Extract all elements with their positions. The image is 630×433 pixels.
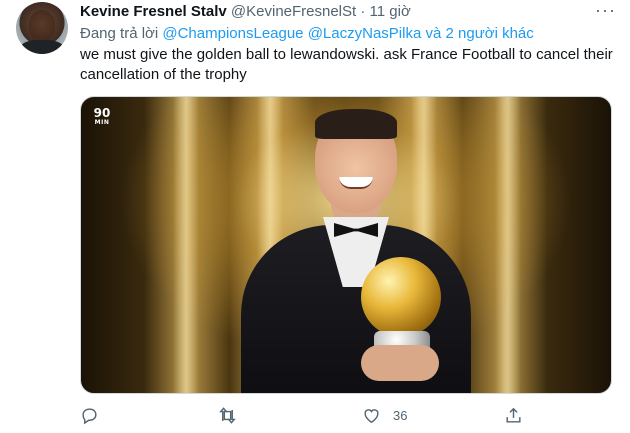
mention-laczy-nas-pilka[interactable]: @LaczyNasPilka — [308, 25, 422, 42]
golden-ball-trophy — [361, 257, 441, 337]
reply-button[interactable] — [80, 402, 111, 428]
tweet-header: Kevine Fresnel Stalv @KevineFresnelSt · … — [80, 3, 411, 21]
share-icon — [506, 407, 521, 423]
light-pillar — [495, 97, 521, 393]
share-button[interactable] — [504, 402, 535, 428]
hands — [361, 345, 439, 381]
mention-champions-league[interactable]: @ChampionsLeague — [162, 25, 303, 42]
90min-logo: 90 MIN — [91, 107, 113, 133]
tweet-actions: 36 — [80, 402, 530, 428]
author-name[interactable]: Kevine Fresnel Stalv — [80, 3, 227, 20]
tweet[interactable]: Kevine Fresnel Stalv @KevineFresnelSt · … — [0, 0, 630, 433]
light-pillar — [173, 97, 199, 393]
avatar-shirt — [20, 40, 64, 54]
like-count: 36 — [393, 407, 408, 423]
tweet-text: we must give the golden ball to lewandow… — [80, 46, 613, 83]
hair — [315, 109, 397, 139]
avatar[interactable] — [16, 2, 68, 54]
separator-dot: · — [360, 3, 366, 20]
more-icon[interactable]: ··· — [595, 1, 616, 19]
like-button[interactable]: 36 — [362, 402, 407, 428]
tweet-media-image[interactable]: 90 MIN — [80, 96, 612, 394]
like-icon — [364, 408, 379, 423]
replying-to: Đang trả lời @ChampionsLeague @LaczyNasP… — [80, 24, 534, 44]
author-handle[interactable]: @KevineFresnelSt — [231, 3, 356, 20]
reply-icon — [82, 407, 97, 424]
logo-sub: MIN — [94, 119, 110, 126]
replying-prefix: Đang trả lời — [80, 25, 159, 42]
mention-others[interactable]: và 2 người khác — [425, 25, 533, 42]
avatar-face — [29, 10, 55, 42]
player-figure — [231, 105, 481, 393]
retweet-button[interactable] — [218, 402, 249, 428]
tweet-time[interactable]: 11 giờ — [370, 3, 411, 20]
logo-number: 90 — [93, 106, 111, 120]
retweet-icon — [219, 406, 236, 424]
